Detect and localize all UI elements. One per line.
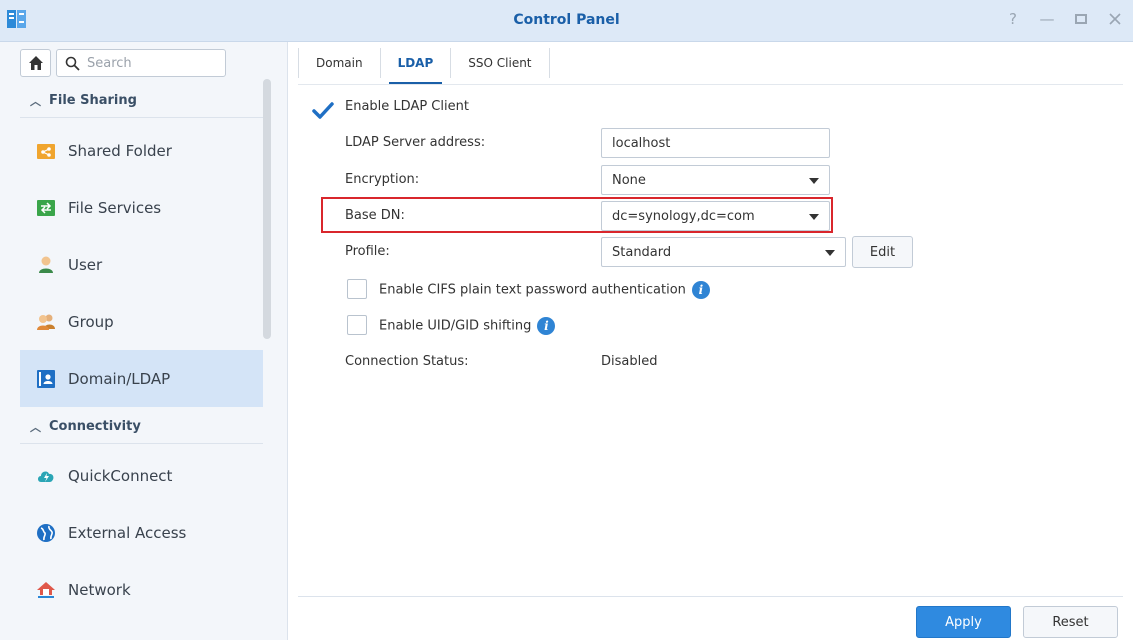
quickconnect-icon [38, 471, 54, 482]
profile-select[interactable]: Standard [601, 237, 846, 267]
sidebar-item-external-access[interactable]: External Access [20, 504, 263, 561]
section-connectivity[interactable]: ︿ Connectivity [20, 410, 263, 444]
tab-bar: Domain LDAP SSO Client [298, 48, 550, 84]
base-dn-select[interactable]: dc=synology,dc=com [601, 201, 830, 231]
info-icon[interactable]: i [691, 281, 710, 299]
network-icon [37, 581, 55, 598]
section-file-sharing[interactable]: ︿ File Sharing [20, 84, 263, 118]
group-icon [37, 314, 55, 330]
sidebar-item-group[interactable]: Group [20, 293, 263, 350]
tab-sso-client[interactable]: SSO Client [451, 48, 550, 78]
home-icon [28, 56, 43, 70]
sidebar-item-label: User [68, 255, 103, 274]
dropdown-caret-icon [825, 250, 835, 256]
sidebar-item-domain-ldap[interactable]: Domain/LDAP [20, 350, 263, 407]
apply-button[interactable]: Apply [916, 606, 1011, 638]
server-address-label: LDAP Server address: [345, 135, 486, 150]
sidebar-item-label: File Services [68, 198, 162, 217]
sidebar-item-label: QuickConnect [68, 466, 173, 485]
search-box[interactable] [56, 49, 226, 77]
base-dn-label: Base DN: [345, 208, 405, 223]
search-input[interactable] [87, 55, 217, 71]
enable-ldap-checkbox[interactable] [311, 99, 335, 123]
user-icon [39, 256, 53, 273]
domain-ldap-icon [37, 369, 55, 388]
close-icon[interactable] [1105, 8, 1125, 30]
title-bar: Control Panel ? — [0, 0, 1133, 42]
sidebar-item-label: Network [68, 580, 131, 599]
tab-domain[interactable]: Domain [299, 48, 381, 78]
maximize-icon[interactable] [1071, 8, 1091, 30]
reset-button[interactable]: Reset [1023, 606, 1118, 638]
edit-profile-button[interactable]: Edit [852, 236, 913, 268]
file-services-icon [37, 199, 55, 216]
sidebar-item-shared-folder[interactable]: Shared Folder [20, 122, 263, 179]
uid-gid-row: Enable UID/GID shifting i [379, 317, 556, 335]
section-label: Connectivity [49, 419, 141, 434]
sidebar-scrollbar[interactable] [263, 79, 271, 339]
chevron-up-icon: ︿ [30, 420, 41, 434]
search-icon [65, 56, 80, 71]
window-title: Control Panel [513, 12, 620, 28]
sidebar-item-file-services[interactable]: File Services [20, 179, 263, 236]
encryption-select[interactable]: None [601, 165, 830, 195]
dropdown-caret-icon [809, 214, 819, 220]
tab-ldap[interactable]: LDAP [381, 48, 452, 84]
sidebar-item-label: Shared Folder [68, 141, 172, 160]
profile-label: Profile: [345, 244, 390, 259]
cifs-checkbox[interactable] [347, 279, 367, 299]
main-panel: Domain LDAP SSO Client Enable LDAP Clien… [288, 42, 1133, 640]
sidebar-item-quickconnect[interactable]: QuickConnect [20, 447, 263, 504]
sidebar-item-label: External Access [68, 523, 187, 542]
info-icon[interactable]: i [537, 317, 556, 335]
encryption-value: None [612, 172, 646, 188]
cifs-row: Enable CIFS plain text password authenti… [379, 281, 710, 299]
connection-status-value: Disabled [601, 354, 658, 369]
server-address-input[interactable]: localhost [601, 128, 830, 158]
sidebar-item-user[interactable]: User [20, 236, 263, 293]
dropdown-caret-icon [809, 178, 819, 184]
cifs-label: Enable CIFS plain text password authenti… [379, 282, 686, 298]
section-label: File Sharing [49, 93, 137, 108]
server-address-value: localhost [612, 135, 671, 151]
sidebar: ︿ File Sharing Shared Folder File Servic… [0, 42, 288, 640]
uid-gid-checkbox[interactable] [347, 315, 367, 335]
minimize-icon[interactable]: — [1037, 8, 1057, 30]
connection-status-label: Connection Status: [345, 354, 469, 369]
sidebar-item-label: Domain/LDAP [68, 369, 171, 388]
help-icon[interactable]: ? [1003, 8, 1023, 30]
chevron-up-icon: ︿ [30, 94, 41, 108]
home-button[interactable] [20, 49, 51, 77]
profile-value: Standard [612, 244, 672, 260]
sidebar-item-network[interactable]: Network [20, 561, 263, 618]
external-access-icon [37, 523, 55, 542]
tab-divider [298, 84, 1123, 85]
footer-divider [298, 596, 1123, 597]
enable-ldap-label: Enable LDAP Client [345, 99, 469, 114]
sidebar-item-label: Group [68, 312, 114, 331]
uid-gid-label: Enable UID/GID shifting [379, 318, 532, 334]
encryption-label: Encryption: [345, 172, 420, 187]
base-dn-value: dc=synology,dc=com [612, 208, 755, 224]
shared-folder-icon [37, 143, 55, 159]
